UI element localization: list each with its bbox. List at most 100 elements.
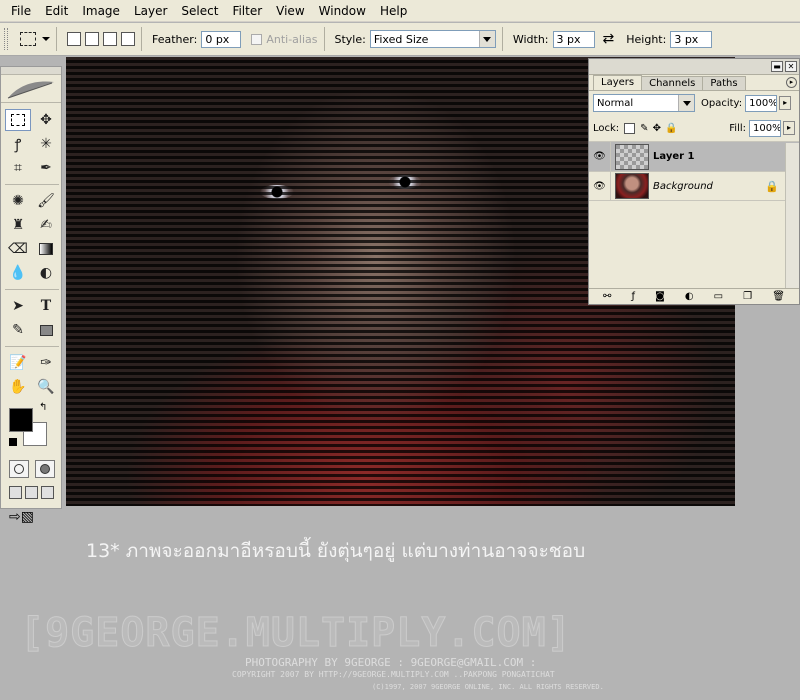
selection-mode-group [67,32,135,46]
hand-tool-icon[interactable]: ✋ [5,376,31,398]
intersect-selection-icon[interactable] [121,32,135,46]
blur-tool-icon[interactable]: 💧 [5,262,31,284]
color-swatches: ↰ [9,402,61,454]
layer-thumbnail [615,173,649,199]
add-mask-icon[interactable]: ◙ [655,291,665,302]
dodge-tool-icon[interactable]: ◐ [33,262,59,284]
tool-preset-dropdown-icon[interactable] [42,37,50,41]
tab-channels[interactable]: Channels [641,76,704,90]
tab-layers[interactable]: Layers [593,75,643,90]
feather-label: Feather: [152,32,198,46]
lock-transparency-icon[interactable] [624,122,636,134]
subtract-from-selection-icon[interactable] [103,32,117,46]
menu-help[interactable]: Help [373,0,414,22]
menu-layer[interactable]: Layer [127,0,174,22]
add-to-selection-icon[interactable] [85,32,99,46]
opacity-input[interactable]: 100% [745,94,778,112]
visibility-eye-icon[interactable]: 👁 [589,171,611,201]
eraser-tool-icon[interactable]: ⌫ [5,238,31,260]
foreground-color-swatch[interactable] [9,408,33,432]
rectangular-marquee-tool-icon[interactable] [5,109,31,131]
layers-panel-footer: ⚯ ƒ ◙ ◐ ▭ ❐ 🗑 [589,288,799,304]
panel-menu-icon[interactable]: ▸ [786,77,797,88]
style-select-value: Fixed Size [373,32,429,46]
fill-input[interactable]: 100% [749,119,781,137]
type-tool-icon[interactable]: T [33,295,59,317]
rectangular-marquee-preset-icon[interactable] [20,32,36,46]
watermark-line-2: COPYRIGHT 2007 BY HTTP://9GEORGE.MULTIPL… [232,670,555,679]
layer-style-icon[interactable]: ƒ [631,291,635,302]
slice-tool-icon[interactable]: ✒ [33,157,59,179]
chevron-down-icon [478,31,495,47]
adjustment-layer-icon[interactable]: ◐ [685,291,694,302]
history-brush-tool-icon[interactable]: ✍ [33,214,59,236]
new-layer-icon[interactable]: ❐ [743,291,752,302]
watermark-line-3: (C)1997, 2007 9GEORGE ONLINE, INC. ALL R… [372,683,604,691]
quick-mask-mode-icon[interactable] [35,460,55,478]
standard-screen-mode-icon[interactable] [9,486,22,499]
rectangle-shape-tool-icon[interactable] [33,319,59,341]
menu-view[interactable]: View [269,0,311,22]
magic-wand-tool-icon[interactable]: ✳ [33,133,59,155]
menu-filter[interactable]: Filter [225,0,269,22]
feather-logo-icon[interactable] [1,75,61,103]
watermark-title: [9GEORGE.MULTIPLY.COM] [20,610,572,657]
fill-label: Fill: [729,122,746,134]
brush-tool-icon[interactable]: 🖌 [33,190,59,212]
options-bar-grip[interactable] [4,28,8,50]
menu-edit[interactable]: Edit [38,0,75,22]
new-group-icon[interactable]: ▭ [714,291,723,302]
menu-select[interactable]: Select [174,0,225,22]
menu-file[interactable]: File [4,0,38,22]
delete-layer-icon[interactable]: 🗑 [772,291,785,302]
default-colors-icon[interactable] [9,438,17,446]
fill-slider-arrow-icon[interactable]: ▸ [783,121,795,135]
lock-position-icon[interactable]: ✥ [653,123,661,134]
path-selection-tool-icon[interactable]: ➤ [5,295,31,317]
watermark-line-1: PHOTOGRAPHY BY 9GEORGE : 9GEORGE@GMAIL.C… [245,656,537,669]
feather-input[interactable]: 0 px [201,30,242,48]
lasso-tool-icon[interactable]: ꝭ [5,133,31,155]
swap-colors-icon[interactable]: ↰ [39,402,47,413]
layer-row-layer-1[interactable]: 👁 Layer 1 [589,141,799,172]
layer-thumbnail [615,143,649,170]
menu-image[interactable]: Image [75,0,127,22]
height-input[interactable]: 3 px [670,30,713,48]
minimize-icon[interactable]: ▬ [771,61,783,72]
jump-to-imageready-icon[interactable]: ⇨▧ [1,499,61,525]
layer-row-background[interactable]: 👁 Background 🔒 [589,171,799,201]
tab-paths[interactable]: Paths [702,76,746,90]
zoom-tool-icon[interactable]: 🔍 [33,376,59,398]
move-tool-icon[interactable]: ✥ [33,109,59,131]
gradient-tool-icon[interactable] [33,238,59,260]
visibility-eye-icon[interactable]: 👁 [589,141,611,172]
full-screen-menu-mode-icon[interactable] [25,486,38,499]
lock-image-icon[interactable]: ✎ [640,123,648,134]
pen-tool-icon[interactable]: ✎ [5,319,31,341]
width-label: Width: [512,32,549,46]
lock-all-icon[interactable]: 🔒 [665,123,677,134]
blend-mode-select[interactable]: Normal [593,94,695,112]
layers-scrollbar[interactable] [785,143,799,289]
toolbox-grip[interactable] [1,67,61,75]
standard-mode-icon[interactable] [9,460,29,478]
layers-panel: ▬ ✕ Layers Channels Paths ▸ Normal Opaci… [588,58,800,305]
eyedropper-tool-icon[interactable]: ✑ [33,352,59,374]
link-layers-icon[interactable]: ⚯ [603,291,611,302]
notes-tool-icon[interactable]: 📝 [5,352,31,374]
chevron-down-icon [678,95,694,111]
style-select[interactable]: Fixed Size [369,30,496,48]
healing-brush-tool-icon[interactable]: ✺ [5,190,31,212]
width-input[interactable]: 3 px [552,30,595,48]
close-icon[interactable]: ✕ [785,61,797,72]
full-screen-mode-icon[interactable] [41,486,54,499]
swap-width-height-icon[interactable]: ⇄ [603,31,615,47]
menu-window[interactable]: Window [312,0,373,22]
clone-stamp-tool-icon[interactable]: ♜ [5,214,31,236]
height-label: Height: [626,32,667,46]
new-selection-icon[interactable] [67,32,81,46]
opacity-slider-arrow-icon[interactable]: ▸ [779,96,792,110]
lock-label: Lock: [593,122,620,134]
anti-alias-checkbox[interactable]: Anti-alias [251,33,318,46]
crop-tool-icon[interactable]: ⌗ [5,157,31,179]
